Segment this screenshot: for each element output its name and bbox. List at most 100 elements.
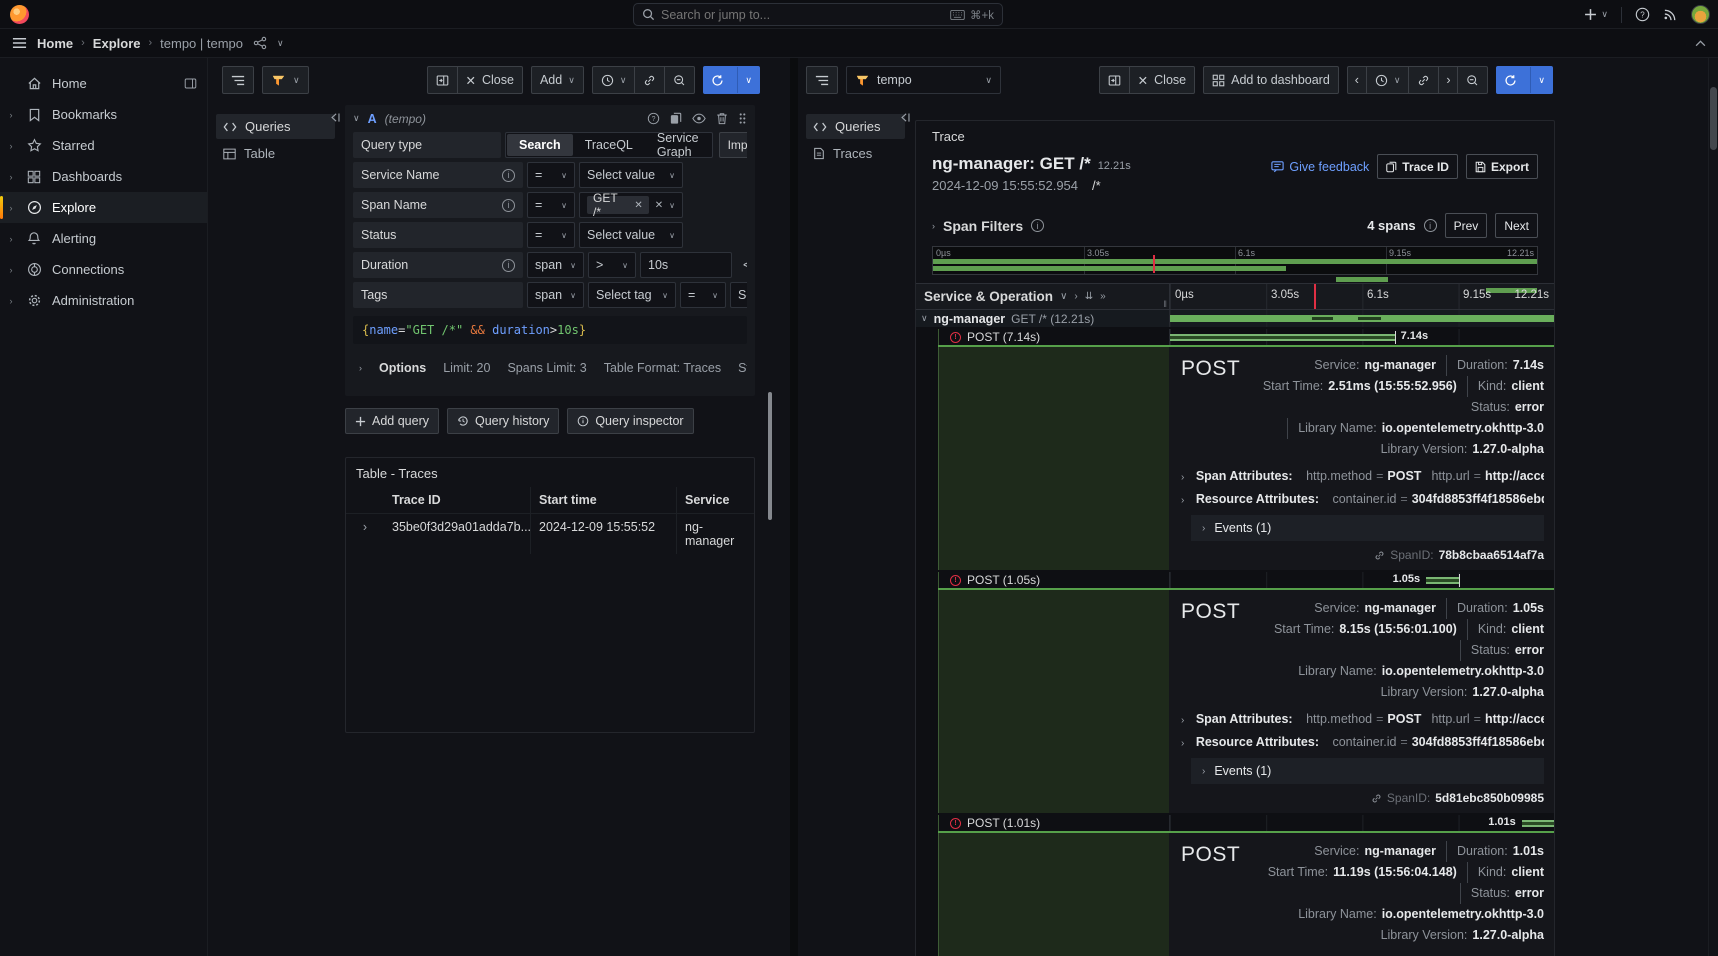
- duration-value-input[interactable]: 10s: [640, 252, 732, 278]
- chevron-down-icon[interactable]: ∨: [921, 313, 928, 324]
- help-icon[interactable]: ?: [1635, 7, 1650, 22]
- sidebar-item-home[interactable]: Home: [0, 68, 207, 99]
- span-name-operator-select[interactable]: =∨: [527, 192, 575, 218]
- window-scrollbar[interactable]: [1708, 58, 1718, 956]
- run-query-button[interactable]: ∨: [1496, 66, 1553, 94]
- column-header-service[interactable]: Service: [676, 487, 754, 513]
- add-to-dashboard-button[interactable]: Add to dashboard: [1203, 66, 1339, 94]
- span-filters-label[interactable]: Span Filters: [943, 218, 1023, 234]
- sidebar-item-starred[interactable]: › Starred: [0, 130, 207, 161]
- tags-scope-select[interactable]: span∨: [527, 282, 584, 308]
- chevron-right-icon[interactable]: ›: [6, 296, 16, 306]
- sidebar-item-connections[interactable]: › Connections: [0, 254, 207, 285]
- collapse-query-icon[interactable]: ∨: [353, 113, 360, 124]
- add-query-button[interactable]: Add query: [345, 408, 439, 434]
- import-trace-button[interactable]: Import trace: [719, 132, 747, 158]
- zoom-out-button[interactable]: [1457, 66, 1488, 94]
- dock-icon[interactable]: [184, 77, 197, 90]
- chevron-right-icon[interactable]: ›: [6, 265, 16, 275]
- add-button[interactable]: Add ∨: [531, 66, 584, 94]
- disable-query-icon[interactable]: [692, 113, 706, 124]
- expand-all-icon[interactable]: »: [1100, 291, 1106, 302]
- span-duration-bar[interactable]: [1426, 577, 1459, 584]
- collapse-all-icon[interactable]: ∨: [1060, 291, 1067, 302]
- query-options-row[interactable]: › Options Limit: 20 Spans Limit: 3 Table…: [353, 352, 747, 384]
- outline-toggle-button[interactable]: [806, 66, 838, 94]
- span-row-root[interactable]: ∨ ng-manager GET /* (12.21s): [916, 310, 1554, 327]
- datasource-picker-button[interactable]: ∨: [262, 66, 309, 94]
- column-header-start-time[interactable]: Start time: [530, 487, 676, 513]
- time-shift-forward-button[interactable]: ›: [1438, 66, 1458, 94]
- grafana-logo-icon[interactable]: [10, 5, 29, 24]
- scrollbar-thumb[interactable]: [1710, 87, 1717, 150]
- chevron-right-icon[interactable]: ›: [6, 203, 16, 213]
- link-button[interactable]: [634, 66, 665, 94]
- status-operator-select[interactable]: =∨: [527, 222, 575, 248]
- link-icon[interactable]: [1374, 550, 1385, 561]
- service-name-operator-select[interactable]: =∨: [527, 162, 575, 188]
- span-attributes-row[interactable]: › Span Attributes: http.method=POSThttp.…: [1181, 712, 1544, 726]
- row-expander-icon[interactable]: ›: [346, 513, 384, 554]
- link-icon[interactable]: [1371, 793, 1382, 804]
- chevron-right-icon[interactable]: ›: [932, 221, 935, 231]
- time-picker-button[interactable]: ∨: [1366, 66, 1410, 94]
- subnav-item-traces[interactable]: Traces: [806, 141, 905, 166]
- left-pane-scrollbar[interactable]: [768, 392, 772, 520]
- events-accordion[interactable]: › Events (1): [1191, 515, 1544, 541]
- sidebar-item-explore[interactable]: › Explore: [0, 192, 207, 223]
- tab-service-graph[interactable]: Service Graph: [645, 134, 711, 156]
- expand-one-icon[interactable]: ›: [1074, 291, 1077, 302]
- menu-toggle-icon[interactable]: [12, 37, 27, 49]
- close-pane-button[interactable]: ✕ Close: [457, 66, 523, 94]
- query-help-icon[interactable]: ?: [647, 112, 660, 125]
- time-shift-back-button[interactable]: ‹: [1347, 66, 1367, 94]
- subnav-item-queries[interactable]: Queries: [216, 114, 335, 139]
- resource-attributes-row[interactable]: › Resource Attributes: container.id=304f…: [1181, 492, 1544, 506]
- tags-tag-select[interactable]: Select tag∨: [588, 282, 676, 308]
- sidebar-item-bookmarks[interactable]: › Bookmarks: [0, 99, 207, 130]
- give-feedback-link[interactable]: Give feedback: [1271, 160, 1369, 174]
- resource-attributes-row[interactable]: › Resource Attributes: container.id=304f…: [1181, 735, 1544, 749]
- chevron-down-icon[interactable]: ∨: [737, 67, 759, 93]
- global-search[interactable]: ⌘+k: [633, 3, 1003, 26]
- span-duration-bar[interactable]: [1170, 315, 1554, 322]
- drag-handle-icon[interactable]: [738, 112, 747, 125]
- service-name-value-select[interactable]: Select value∨: [579, 162, 683, 188]
- span-name-value-select[interactable]: GET /*✕ ✕∨: [579, 192, 683, 218]
- query-history-button[interactable]: Query history: [447, 408, 559, 434]
- chevron-down-icon[interactable]: ∨: [1530, 67, 1552, 93]
- span-row[interactable]: !POST (1.01s) 1.01s: [916, 815, 1554, 831]
- breadcrumb-explore[interactable]: Explore: [93, 36, 141, 51]
- split-pane-button[interactable]: [427, 66, 458, 94]
- duration-operator-select[interactable]: >∨: [588, 252, 636, 278]
- minimap-cursor[interactable]: [1153, 255, 1155, 273]
- export-button[interactable]: Export: [1466, 154, 1538, 179]
- chevron-right-icon[interactable]: ›: [6, 141, 16, 151]
- span-attributes-row[interactable]: › Span Attributes: http.method=POSThttp.…: [1181, 469, 1544, 483]
- query-ref-label[interactable]: A: [368, 112, 377, 126]
- datasource-picker-button[interactable]: tempo ∨: [846, 66, 1001, 94]
- duration-max-operator-select[interactable]: <: [736, 252, 747, 278]
- prev-span-button[interactable]: Prev: [1445, 213, 1488, 238]
- user-avatar[interactable]: [1691, 5, 1710, 24]
- search-input[interactable]: [661, 8, 944, 22]
- chevron-right-icon[interactable]: ›: [6, 110, 16, 120]
- span-name-chip[interactable]: GET /*✕: [587, 196, 649, 214]
- duplicate-query-icon[interactable]: [670, 112, 682, 125]
- collapse-up-icon[interactable]: [1695, 40, 1706, 47]
- chevron-right-icon[interactable]: ›: [6, 172, 16, 182]
- chevron-right-icon[interactable]: ›: [6, 234, 16, 244]
- clear-icon[interactable]: ✕: [655, 200, 663, 211]
- link-button[interactable]: [1408, 66, 1439, 94]
- column-resize-handle[interactable]: ‖: [1163, 299, 1167, 309]
- close-pane-button[interactable]: ✕ Close: [1129, 66, 1195, 94]
- status-value-select[interactable]: Select value∨: [579, 222, 683, 248]
- next-span-button[interactable]: Next: [1495, 213, 1538, 238]
- trace-minimap[interactable]: 0µs 3.05s 6.1s 9.15s 12.21s: [932, 246, 1538, 275]
- subnav-item-table[interactable]: Table: [216, 141, 335, 166]
- share-icon[interactable]: [253, 36, 267, 50]
- span-row[interactable]: !POST (7.14s) 7.14s: [916, 329, 1554, 345]
- add-new-button[interactable]: ∨: [1584, 8, 1608, 21]
- chevron-down-icon[interactable]: ∨: [277, 38, 284, 49]
- tab-search[interactable]: Search: [507, 134, 573, 156]
